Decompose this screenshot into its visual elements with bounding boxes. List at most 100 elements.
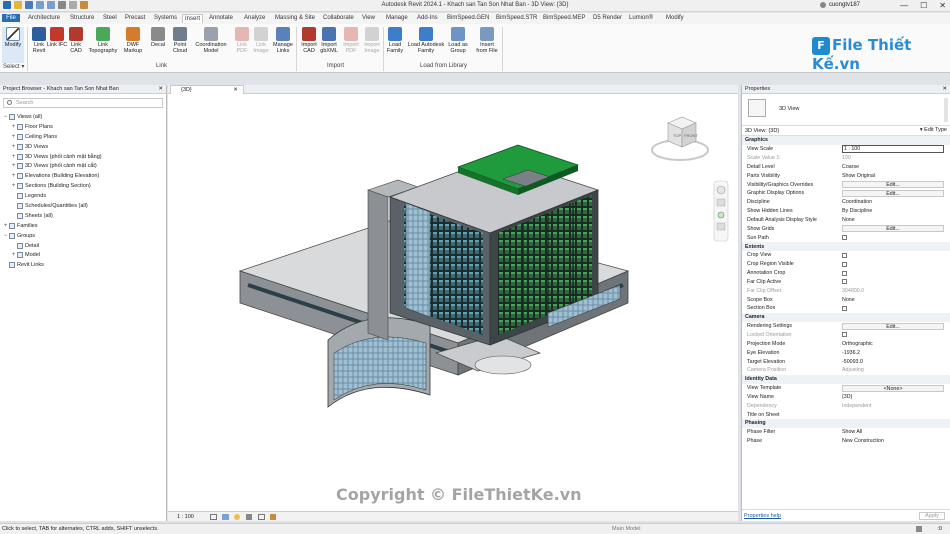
tab-d5-render[interactable]: D5 Render	[591, 14, 624, 22]
visual-style-icon[interactable]	[222, 514, 229, 520]
expand-toggle[interactable]: +	[10, 183, 17, 189]
user-account[interactable]: cuongtv187	[819, 2, 860, 8]
maximize-button[interactable]: ☐	[920, 1, 927, 10]
property-checkbox[interactable]	[842, 270, 847, 276]
link-topography-button[interactable]: Link Topography	[88, 27, 118, 54]
properties-help-link[interactable]: Properties help	[744, 513, 781, 519]
tree-item[interactable]: Sheets (all)	[0, 211, 166, 221]
expand-toggle[interactable]: +	[10, 134, 17, 140]
property-edit-button[interactable]: Edit...	[842, 322, 944, 330]
property-checkbox[interactable]	[842, 279, 847, 285]
property-value[interactable]: Coarse	[842, 164, 950, 170]
tree-item[interactable]: +3D Views (phối cảnh mặt cắt)	[0, 161, 166, 171]
properties-filter[interactable]: 3D View: {3D} ▾ Edit Type	[742, 126, 950, 136]
property-value[interactable]: Orthographic	[842, 341, 950, 347]
tab-view[interactable]: View	[360, 14, 377, 22]
link-image-button[interactable]: Link Image	[250, 27, 272, 54]
edit-type-button[interactable]: ▾ Edit Type	[920, 127, 947, 133]
minimize-button[interactable]: —	[900, 1, 908, 10]
property-checkbox[interactable]	[842, 261, 847, 267]
tab-steel[interactable]: Steel	[101, 14, 119, 22]
close-button[interactable]: ✕	[939, 1, 946, 10]
property-checkbox[interactable]	[842, 305, 847, 311]
orbit-icon[interactable]	[716, 222, 726, 231]
sun-path-icon[interactable]	[234, 514, 240, 520]
property-edit-button[interactable]: Edit...	[842, 225, 944, 233]
tab-systems[interactable]: Systems	[152, 14, 179, 22]
tree-item[interactable]: + Elevations (Building Elevation)	[0, 171, 166, 181]
property-section-header[interactable]: Graphics	[742, 136, 950, 145]
property-value[interactable]: By Discipline	[842, 208, 950, 214]
expand-toggle[interactable]: +	[2, 223, 9, 229]
dwf-markup-button[interactable]: DWF Markup	[122, 27, 144, 54]
type-selector[interactable]: 3D View	[742, 94, 950, 126]
expand-toggle[interactable]: −	[2, 233, 9, 239]
tree-item[interactable]: − Views (all)	[0, 112, 166, 122]
pan-icon[interactable]	[716, 198, 726, 207]
tab-file[interactable]: File	[2, 14, 20, 22]
load-family-button[interactable]: Load Family	[384, 27, 406, 54]
property-edit-button[interactable]: <None>	[842, 384, 944, 392]
coordination-model-button[interactable]: Coordination Model	[194, 27, 228, 54]
hide-isolate-icon[interactable]	[270, 514, 276, 520]
tree-item[interactable]: Legends	[0, 191, 166, 201]
expand-toggle[interactable]: +	[10, 163, 17, 169]
tab-massing-site[interactable]: Massing & Site	[273, 14, 317, 22]
expand-toggle[interactable]: +	[10, 124, 17, 130]
filter-icon[interactable]	[916, 526, 922, 532]
tree-item[interactable]: + Ceiling Plans	[0, 132, 166, 142]
tree-item[interactable]: − Groups	[0, 231, 166, 241]
viewcube[interactable]: TOP FRONT	[651, 116, 709, 161]
tab-bimspeed-gen[interactable]: BimSpeed.GEN	[445, 14, 491, 22]
manage-links-button[interactable]: Manage Links	[272, 27, 294, 54]
expand-toggle[interactable]: +	[10, 154, 17, 160]
property-value[interactable]: -50093.0	[842, 359, 950, 365]
close-icon[interactable]: ✕	[233, 87, 238, 93]
tree-item[interactable]: + Families	[0, 221, 166, 231]
shadows-icon[interactable]	[246, 514, 252, 520]
3d-viewport[interactable]: {3D} ✕ TOP FRONT Copyright © FileThietKe…	[168, 85, 738, 521]
expand-toggle[interactable]: +	[10, 144, 17, 150]
tree-item[interactable]: Schedules/Quantities (all)	[0, 201, 166, 211]
expand-toggle[interactable]: +	[10, 173, 17, 179]
import-cad-button[interactable]: Import CAD	[298, 27, 320, 54]
point-cloud-button[interactable]: Point Cloud	[169, 27, 191, 54]
detail-level-icon[interactable]	[210, 514, 217, 520]
property-value[interactable]: {3D}	[842, 394, 950, 400]
tab-bimspeed-str[interactable]: BimSpeed.STR	[494, 14, 539, 22]
tab-precast[interactable]: Precast	[123, 14, 147, 22]
select-dropdown[interactable]: Select ▾	[3, 63, 24, 70]
tab-lumion[interactable]: Lumion®	[627, 14, 655, 22]
tree-item[interactable]: + Floor Plans	[0, 122, 166, 132]
property-value[interactable]: Show Original	[842, 173, 950, 179]
tab-architecture[interactable]: Architecture	[26, 14, 62, 22]
property-value[interactable]: Show All	[842, 429, 950, 435]
crop-view-icon[interactable]	[258, 514, 265, 520]
tab-manage[interactable]: Manage	[384, 14, 410, 22]
tab-add-ins[interactable]: Add-Ins	[415, 14, 440, 22]
property-value[interactable]: None	[842, 217, 950, 223]
building-model[interactable]: TOP FRONT Copyright © FileThietKe.vn	[168, 95, 738, 511]
property-checkbox[interactable]	[842, 235, 847, 241]
property-edit-button[interactable]: Edit...	[842, 181, 944, 189]
tree-item[interactable]: +3D Views	[0, 142, 166, 152]
import-gbxml-button[interactable]: Import gbXML	[318, 27, 340, 54]
expand-toggle[interactable]: −	[2, 114, 9, 120]
import-image-button[interactable]: Import Image	[361, 27, 383, 54]
insert-from-file-button[interactable]: Insert from File	[474, 27, 500, 54]
tab-analyze[interactable]: Analyze	[242, 14, 267, 22]
load-autodesk-family-button[interactable]: Load Autodesk Family	[406, 27, 446, 54]
import-pdf-button[interactable]: Import PDF	[340, 27, 362, 54]
link-cad-button[interactable]: Link CAD	[65, 27, 87, 54]
view-scale-selector[interactable]: 1 : 100	[177, 514, 194, 520]
tree-item[interactable]: Revit Links	[0, 260, 166, 270]
property-value[interactable]: Coordination	[842, 199, 950, 205]
property-value[interactable]: -1936.2	[842, 350, 950, 356]
steering-wheel-icon[interactable]	[716, 185, 726, 195]
tab-bimspeed-mep[interactable]: BimSpeed.MEP	[541, 14, 587, 22]
tab-insert[interactable]: Insert	[182, 14, 204, 23]
close-icon[interactable]: ✕	[158, 86, 163, 92]
property-value[interactable]: None	[842, 297, 950, 303]
close-icon[interactable]: ✕	[942, 86, 947, 92]
apply-button[interactable]: Apply	[919, 512, 945, 520]
